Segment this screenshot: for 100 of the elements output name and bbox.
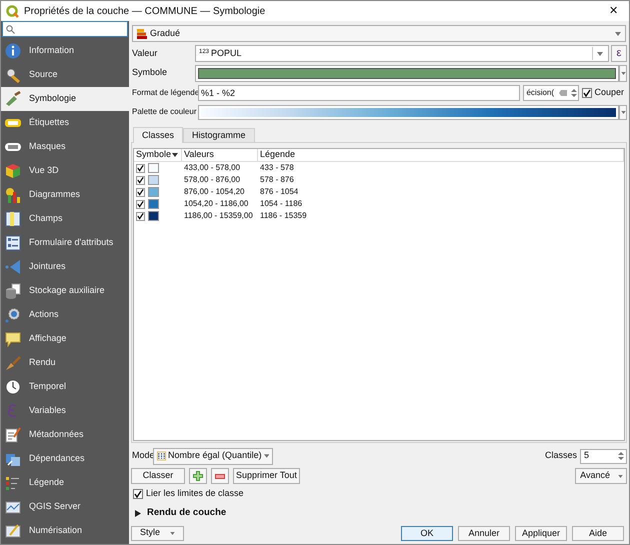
chart-icon <box>5 187 21 203</box>
dialog-button[interactable]: Annuler <box>458 526 510 540</box>
sidebar-item[interactable]: Actions <box>1 303 129 327</box>
style-button[interactable]: Style <box>131 526 184 540</box>
table-cell: 1186,00 - 15359,00 <box>184 211 253 220</box>
symbol-menu-button[interactable] <box>619 64 627 82</box>
checkbox[interactable] <box>136 176 145 184</box>
checkbox-label: Lier les limites de classe <box>146 487 244 500</box>
precision-value: écision( <box>526 87 556 99</box>
spin-arrows-icon <box>617 451 625 461</box>
window-title: Propriétés de la couche — COMMUNE — Symbologie <box>24 4 266 18</box>
table-cell: 876,00 - 1054,20 <box>184 187 244 196</box>
sidebar-item[interactable]: Temporel <box>1 375 129 399</box>
dialog-button[interactable]: Appliquer <box>515 526 567 540</box>
sidebar-item[interactable]: Métadonnées <box>1 423 129 447</box>
field-label: Symbole <box>131 66 168 80</box>
layer-rendering-section[interactable]: Rendu de couche <box>131 502 627 524</box>
field-label: Classes <box>544 449 577 462</box>
precision-spinbox[interactable]: écision( <box>523 85 580 101</box>
sidebar-item[interactable]: Information <box>1 39 129 63</box>
table-cell: 578,00 - 876,00 <box>184 175 240 184</box>
dropdown-arrow-icon <box>615 32 621 36</box>
minus-icon <box>215 474 225 478</box>
checkbox[interactable] <box>136 200 145 208</box>
document-pencil-icon <box>5 427 21 443</box>
tab[interactable]: Classes <box>133 127 184 143</box>
expand-arrow-icon <box>135 510 141 516</box>
table-cell: 1186 - 15359 <box>260 211 307 220</box>
sidebar-item[interactable]: Variables <box>1 399 129 423</box>
info-icon <box>5 43 21 59</box>
sidebar-item[interactable]: Symbologie <box>1 87 129 111</box>
sidebar-item[interactable]: Champs <box>1 207 129 231</box>
search-icon <box>6 24 15 34</box>
sort-arrow-icon <box>172 153 178 157</box>
graduated-icon <box>137 28 147 38</box>
sidebar-item[interactable]: Formulaire d'attributs <box>1 231 129 255</box>
spin-arrows-icon <box>570 88 578 98</box>
app-logo-icon <box>6 4 19 18</box>
column-header[interactable]: Symbole <box>134 149 182 161</box>
dropdown-arrow-icon <box>597 52 603 56</box>
sidebar-item[interactable]: Rendu <box>1 351 129 375</box>
table-cell: 578 - 876 <box>260 175 294 184</box>
legend-format-field[interactable]: %1 - %2 <box>198 85 520 101</box>
join-icon <box>5 259 21 275</box>
renderer-value: Gradué <box>150 26 182 40</box>
column-header[interactable]: Valeurs <box>182 149 258 161</box>
close-button[interactable]: ✕ <box>603 2 624 20</box>
search-field[interactable] <box>2 21 128 37</box>
dialog-button[interactable]: Aide <box>572 526 624 540</box>
dialog-button[interactable]: OK <box>401 526 453 540</box>
clock-icon <box>5 379 21 395</box>
delete-all-button[interactable]: Supprimer Tout <box>233 468 300 484</box>
section-title: Rendu de couche <box>147 506 226 520</box>
ramp-menu-button[interactable] <box>619 104 627 120</box>
dropdown-arrow-icon <box>620 110 626 114</box>
dropdown-arrow-icon <box>170 532 175 534</box>
checkbox[interactable] <box>136 188 145 196</box>
cube-icon <box>5 163 21 179</box>
sidebar-item[interactable]: Étiquettes <box>1 111 129 135</box>
sidebar-item[interactable]: Affichage <box>1 327 129 351</box>
tab[interactable]: Histogramme <box>183 128 255 142</box>
table-cell: 433 - 578 <box>260 163 294 172</box>
dropdown-arrow-icon <box>620 72 626 74</box>
expression-button[interactable]: ε <box>611 45 627 62</box>
sidebar-item[interactable]: Diagrammes <box>1 183 129 207</box>
remove-class-button[interactable] <box>211 468 229 484</box>
sidebar-item[interactable]: Dépendances <box>1 447 129 471</box>
color-ramp-button[interactable] <box>198 104 619 120</box>
sidebar-item[interactable]: Vue 3D <box>1 159 129 183</box>
symbol-button[interactable] <box>195 64 619 82</box>
table-cell: 1054,20 - 1186,00 <box>184 199 248 208</box>
classes-spinbox[interactable]: 5 <box>580 448 627 464</box>
sidebar-item[interactable]: QGIS Server <box>1 495 129 519</box>
brush-icon <box>5 355 21 371</box>
paintbrush-icon <box>5 91 21 107</box>
sidebar-item[interactable]: Numérisation <box>1 519 129 543</box>
field-label: Palette de couleur <box>131 106 198 118</box>
sidebar-item[interactable]: Légende <box>1 471 129 495</box>
checkbox[interactable] <box>133 489 143 499</box>
sidebar-item[interactable]: Source <box>1 63 129 87</box>
form-icon <box>5 235 21 251</box>
database-icon <box>5 283 21 299</box>
gear-icon <box>5 307 21 323</box>
checkbox[interactable] <box>136 164 145 172</box>
clear-icon <box>559 90 568 96</box>
legend-list-icon <box>5 475 21 491</box>
add-class-button[interactable] <box>189 468 207 484</box>
quantile-icon <box>157 451 166 461</box>
checkbox[interactable] <box>582 88 592 98</box>
sidebar-item[interactable]: Jointures <box>1 255 129 279</box>
mode-dropdown[interactable]: Nombre égal (Quantile) <box>153 448 273 464</box>
sidebar-item[interactable]: Stockage auxiliaire <box>1 279 129 303</box>
column-header[interactable]: Légende <box>258 149 624 161</box>
map-window-icon <box>5 499 21 515</box>
advanced-button[interactable]: Avancé <box>575 468 627 484</box>
sidebar-item[interactable]: Masques <box>1 135 129 159</box>
renderer-dropdown[interactable]: Gradué <box>132 25 626 42</box>
classify-button[interactable]: Classer <box>131 468 185 484</box>
checkbox[interactable] <box>136 212 145 220</box>
digitize-pencil-icon <box>5 523 21 539</box>
